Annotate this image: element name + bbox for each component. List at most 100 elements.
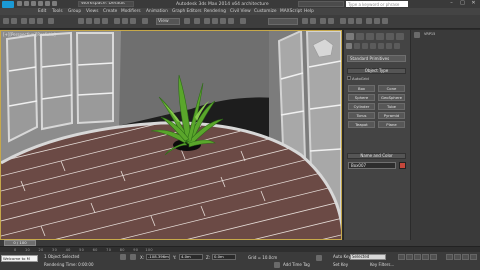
pan-view-icon[interactable] [462,254,469,260]
menu-help[interactable]: Help [304,9,314,14]
next-frame-icon[interactable] [422,254,429,260]
menu-animation[interactable]: Animation [146,9,168,14]
selection-filter-icon[interactable] [48,18,54,24]
key-mode-dropdown[interactable]: Selected [350,254,386,260]
helpers-icon[interactable] [378,43,384,49]
menu-modifiers[interactable]: Modifiers [121,9,141,14]
tube-button[interactable]: Tube [378,103,405,110]
perspective-viewport[interactable]: [+][Perspective][Realistic] [0,30,342,240]
display-tab-icon[interactable] [386,33,394,40]
undo-tool-icon[interactable] [3,18,9,24]
curve-editor-icon[interactable] [340,18,346,24]
workspace-dropdown[interactable]: Workspace: Default [78,1,134,7]
set-key-button[interactable]: Set Key [333,262,348,267]
z-coordinate-field[interactable]: 0.0m [212,254,236,260]
menu-civil-view[interactable]: Civil View [230,9,251,14]
object-name-field[interactable] [348,162,396,169]
auto-key-button[interactable]: Auto Key [333,254,351,259]
object-color-swatch[interactable] [399,162,406,169]
plane-button[interactable]: Plane [378,121,405,128]
menu-customize[interactable]: Customize [254,9,277,14]
shapes-icon[interactable] [354,43,360,49]
zoom-extents-icon[interactable] [446,254,453,260]
previous-frame-icon[interactable] [406,254,413,260]
time-tag-icon[interactable] [274,262,280,268]
menu-rendering[interactable]: Rendering [204,9,226,14]
project-folder-icon[interactable] [52,1,57,6]
angle-snap-icon[interactable] [212,18,218,24]
align-icon[interactable] [310,18,316,24]
named-selection-sets-dropdown[interactable] [268,18,298,25]
primitive-type-dropdown[interactable]: Standard Primitives [347,55,406,62]
torus-button[interactable]: Torus [348,112,375,119]
geometry-icon[interactable] [346,43,352,49]
select-manipulate-icon[interactable] [194,18,200,24]
x-coordinate-field[interactable]: -108.396m [146,254,170,260]
create-tab-icon[interactable] [346,33,354,40]
play-icon[interactable] [414,254,421,260]
bind-space-warp-icon[interactable] [37,18,43,24]
render-setup-icon[interactable] [366,18,372,24]
scale-icon[interactable] [130,18,136,24]
render-production-icon[interactable] [382,18,388,24]
hierarchy-tab-icon[interactable] [366,33,374,40]
redo-icon[interactable] [45,1,50,6]
menu-tools[interactable]: Tools [52,9,63,14]
geosphere-button[interactable]: GeoSphere [378,94,405,101]
go-to-end-icon[interactable] [430,254,437,260]
maximize-viewport-icon[interactable] [470,254,477,260]
auto-key-icon[interactable] [316,255,322,261]
maximize-button[interactable]: □ [457,0,468,7]
modify-tab-icon[interactable] [356,33,364,40]
percent-snap-icon[interactable] [220,18,226,24]
search-input[interactable] [346,1,408,7]
rendered-frame-window-icon[interactable] [374,18,380,24]
undo-icon[interactable] [38,1,43,6]
viewport-label[interactable]: [+][Perspective][Realistic] [3,32,56,37]
sphere-button[interactable]: Sphere [348,94,375,101]
pyramid-button[interactable]: Pyramid [378,112,405,119]
orbit-icon[interactable] [454,254,461,260]
mirror-icon[interactable] [302,18,308,24]
menu-maxscript[interactable]: MAXScript [280,9,302,14]
edit-named-selection-icon[interactable] [240,18,246,24]
cylinder-button[interactable]: Cylinder [348,103,375,110]
name-and-color-rollout[interactable]: Name and Color [347,153,406,159]
rectangular-selection-icon[interactable] [94,18,100,24]
menu-create[interactable]: Create [103,9,117,14]
absolute-mode-icon[interactable] [130,254,136,260]
open-file-icon[interactable] [24,1,29,6]
schematic-view-icon[interactable] [348,18,354,24]
maxscript-listener[interactable]: Welcome to M [1,255,38,262]
pivot-center-icon[interactable] [184,18,190,24]
rotate-icon[interactable] [122,18,128,24]
cameras-icon[interactable] [370,43,376,49]
box-button[interactable]: Box [348,85,375,92]
add-time-tag-button[interactable]: Add Time Tag [283,262,310,267]
go-to-start-icon[interactable] [398,254,405,260]
key-filters-button[interactable]: Key Filters... [370,262,394,267]
redo-tool-icon[interactable] [11,18,17,24]
systems-icon[interactable] [394,43,400,49]
spinner-snap-icon[interactable] [228,18,234,24]
teapot-button[interactable]: Teapot [348,121,375,128]
lock-selection-icon[interactable] [120,254,126,260]
reference-coordinate-icon[interactable] [142,18,148,24]
save-file-icon[interactable] [31,1,36,6]
utilities-tab-icon[interactable] [396,33,404,40]
menu-group[interactable]: Group [68,9,81,14]
reference-coordinate-dropdown[interactable]: View [156,18,180,25]
cone-button[interactable]: Cone [378,85,405,92]
new-file-icon[interactable] [17,1,22,6]
vray-toolbar-icon[interactable] [414,32,420,38]
y-coordinate-field[interactable]: 4.0m [179,254,203,260]
motion-tab-icon[interactable] [376,33,384,40]
select-by-name-icon[interactable] [86,18,92,24]
window-crossing-icon[interactable] [102,18,108,24]
menu-views[interactable]: Views [86,9,98,14]
close-button[interactable]: ✕ [468,0,479,7]
material-editor-icon[interactable] [356,18,362,24]
autogrid-checkbox[interactable] [347,76,351,80]
link-icon[interactable] [21,18,27,24]
minimize-button[interactable]: – [446,0,457,7]
